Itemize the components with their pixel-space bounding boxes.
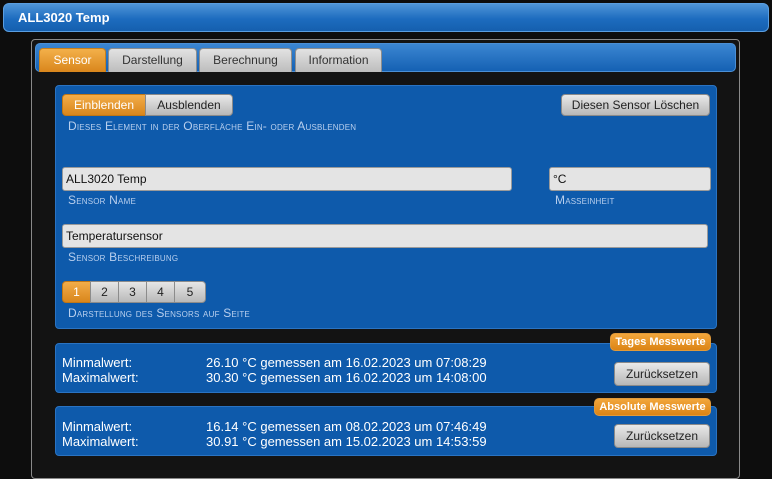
tab-darstellung[interactable]: Darstellung	[108, 48, 197, 72]
page-3-button[interactable]: 3	[118, 281, 147, 303]
page-4-button[interactable]: 4	[146, 281, 175, 303]
show-button[interactable]: Einblenden	[62, 94, 146, 116]
absolute-max-label: Maximalwert:	[62, 434, 139, 449]
absolute-reset-button[interactable]: Zurücksetzen	[614, 424, 710, 448]
absolute-badge: Absolute Messwerte	[594, 398, 711, 416]
tab-bar: Sensor Darstellung Berechnung Informatio…	[35, 43, 736, 72]
sensor-name-label: Sensor Name	[68, 193, 136, 207]
daily-badge: Tages Messwerte	[610, 333, 711, 351]
daily-min-value: 26.10 °C gemessen am 16.02.2023 um 07:08…	[206, 355, 487, 370]
sensor-description-input[interactable]: Temperatursensor	[62, 224, 708, 248]
daily-max-value: 30.30 °C gemessen am 16.02.2023 um 14:08…	[206, 370, 487, 385]
sensor-panel: Sensor Darstellung Berechnung Informatio…	[31, 39, 740, 479]
tab-sensor[interactable]: Sensor	[39, 48, 106, 72]
absolute-max-value: 30.91 °C gemessen am 15.02.2023 um 14:53…	[206, 434, 487, 449]
window-title: ALL3020 Temp	[3, 3, 769, 32]
page-2-button[interactable]: 2	[90, 281, 119, 303]
page-selector: 1 2 3 4 5	[62, 281, 207, 303]
page-selector-label: Darstellung des Sensors auf Seite	[68, 306, 250, 320]
unit-label: Maßeinheit	[555, 193, 615, 207]
hide-button[interactable]: Ausblenden	[145, 94, 233, 116]
daily-max-label: Maximalwert:	[62, 370, 139, 385]
page-1-button[interactable]: 1	[62, 281, 91, 303]
delete-sensor-button[interactable]: Diesen Sensor Löschen	[561, 94, 710, 116]
page-5-button[interactable]: 5	[174, 281, 206, 303]
sensor-description-label: Sensor Beschreibung	[68, 250, 179, 264]
absolute-min-label: Minmalwert:	[62, 419, 133, 434]
settings-card: Einblenden Ausblenden Diesen Sensor Lösc…	[55, 85, 717, 329]
visibility-description: Dieses Element in der Oberfläche Ein- od…	[68, 119, 357, 133]
daily-min-label: Minmalwert:	[62, 355, 133, 370]
daily-reset-button[interactable]: Zurücksetzen	[614, 362, 710, 386]
tab-information[interactable]: Information	[295, 48, 382, 72]
unit-input[interactable]: °C	[549, 167, 711, 191]
absolute-min-value: 16.14 °C gemessen am 08.02.2023 um 07:46…	[206, 419, 487, 434]
tab-berechnung[interactable]: Berechnung	[199, 48, 292, 72]
sensor-name-input[interactable]: ALL3020 Temp	[62, 167, 512, 191]
